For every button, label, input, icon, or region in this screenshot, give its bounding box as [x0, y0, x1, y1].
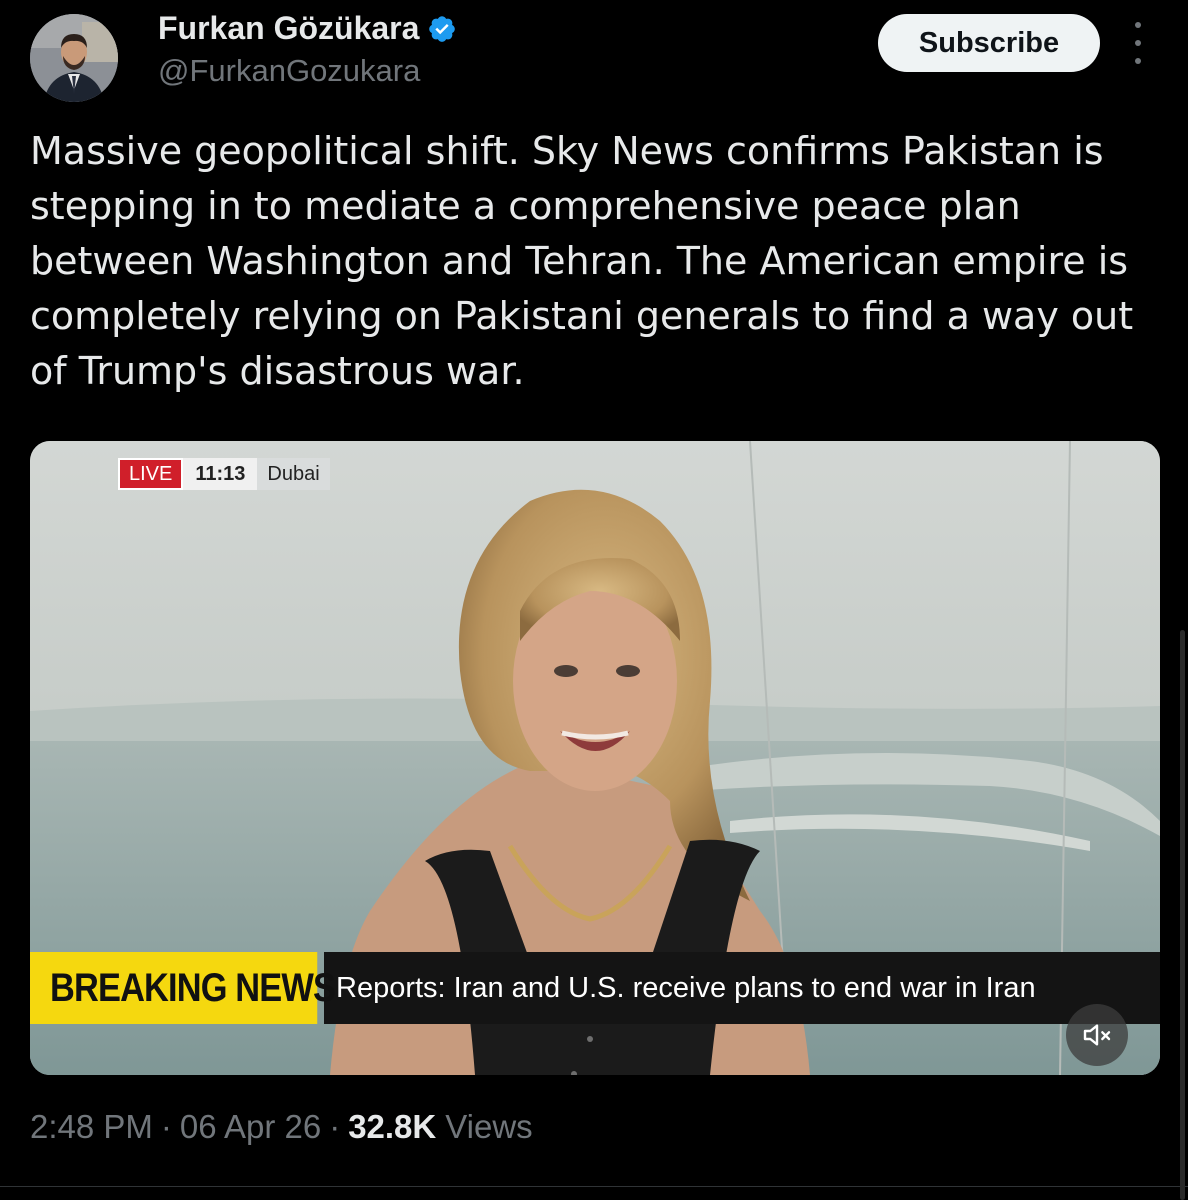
subscribe-button[interactable]: Subscribe: [878, 14, 1100, 72]
live-badge: LIVE: [118, 458, 184, 490]
meta-separator: ·: [329, 1108, 341, 1145]
meta-separator: ·: [160, 1108, 172, 1145]
breaking-news-headline: Reports: Iran and U.S. receive plans to …: [324, 952, 1160, 1024]
author-handle[interactable]: @FurkanGozukara: [158, 53, 420, 89]
volume-muted-icon[interactable]: [1066, 1004, 1128, 1066]
broadcast-location: Dubai: [257, 458, 330, 490]
post-date[interactable]: 06 Apr 26: [180, 1108, 321, 1146]
broadcast-time: 11:13: [183, 458, 258, 490]
avatar-photo: [30, 14, 118, 102]
author-name[interactable]: Furkan Gözükara: [158, 10, 457, 47]
verified-badge-icon[interactable]: [427, 14, 457, 44]
views-label: Views: [445, 1108, 533, 1145]
divider: [0, 1186, 1188, 1187]
video-player[interactable]: LIVE 11:13 Dubai BREAKING NEWS Reports: …: [30, 441, 1160, 1075]
scrollbar[interactable]: [1180, 630, 1185, 1200]
breaking-news-bar: BREAKING NEWS Reports: Iran and U.S. rec…: [30, 952, 1160, 1024]
avatar[interactable]: [30, 14, 118, 102]
breaking-news-label: BREAKING NEWS: [30, 952, 336, 1024]
views-count[interactable]: 32.8K: [348, 1108, 436, 1146]
post-time[interactable]: 2:48 PM: [30, 1108, 153, 1146]
more-vertical-icon[interactable]: [1124, 22, 1152, 64]
author-display-name[interactable]: Furkan Gözükara: [158, 10, 419, 47]
live-bug: LIVE 11:13 Dubai: [118, 458, 330, 490]
post-text: Massive geopolitical shift. Sky News con…: [30, 129, 1134, 393]
post-meta: 2:48 PM · 06 Apr 26 · 32.8K Views: [30, 1108, 533, 1146]
